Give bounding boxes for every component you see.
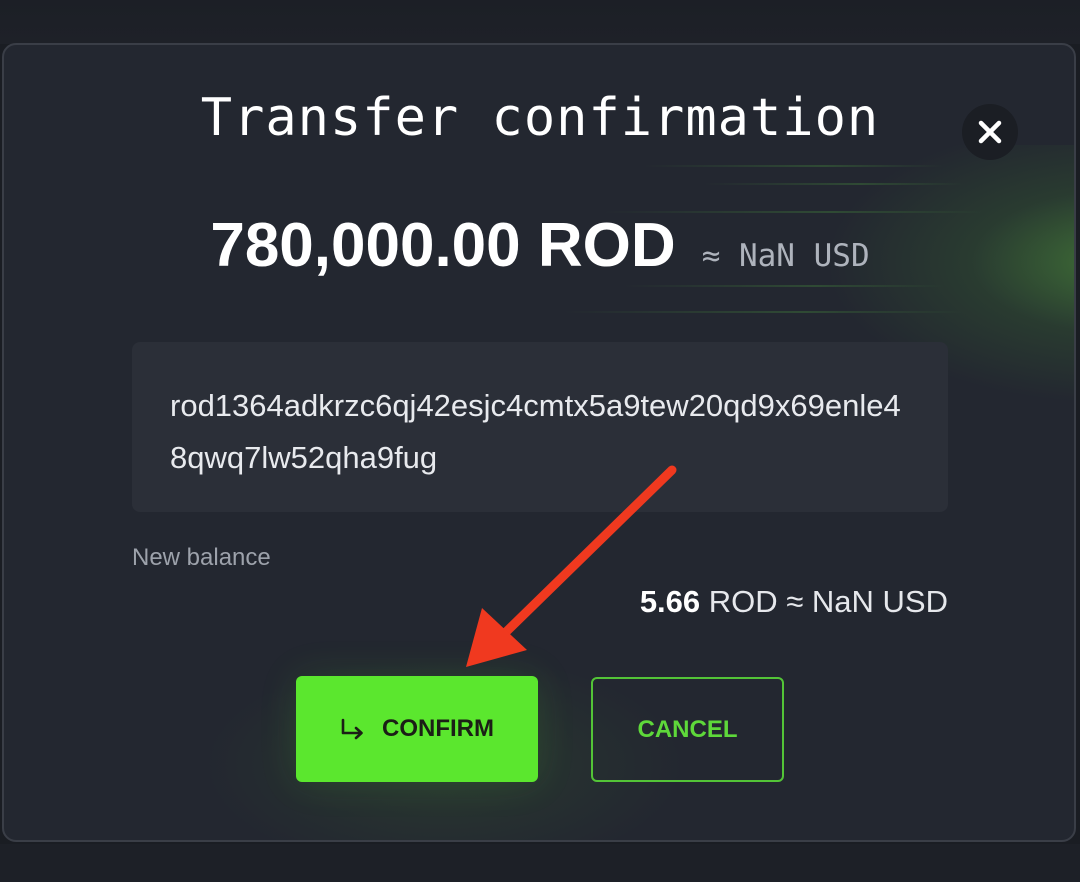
cancel-button[interactable]: CANCEL [591,677,784,782]
backdrop-top [0,0,1080,44]
new-balance-value: 5.66 ROD ≈ NaN USD [640,584,948,620]
transfer-amount: 780,000.00 ROD [210,211,676,280]
confirm-button[interactable]: CONFIRM [296,676,538,782]
recipient-address: rod1364adkrzc6qj42esjc4cmtx5a9tew20qd9x6… [132,342,948,512]
cancel-button-label: CANCEL [637,715,738,743]
backdrop-bottom [0,844,1080,882]
transfer-amount-row: 780,000.00 ROD ≈ NaN USD [0,210,1080,281]
close-icon [978,120,1002,144]
decorative-streak [564,311,964,313]
decorative-streak [624,285,944,287]
return-arrow-icon [341,718,363,740]
new-balance-suffix: ROD ≈ NaN USD [708,584,948,619]
modal-title: Transfer confirmation [200,88,880,148]
new-balance-label: New balance [132,544,271,571]
close-button[interactable] [962,104,1018,160]
confirm-button-label: CONFIRM [382,715,494,742]
decorative-streak [644,165,944,167]
decorative-streak [704,183,964,185]
new-balance-amount: 5.66 [639,584,701,619]
transfer-amount-usd: ≈ NaN USD [701,238,870,274]
